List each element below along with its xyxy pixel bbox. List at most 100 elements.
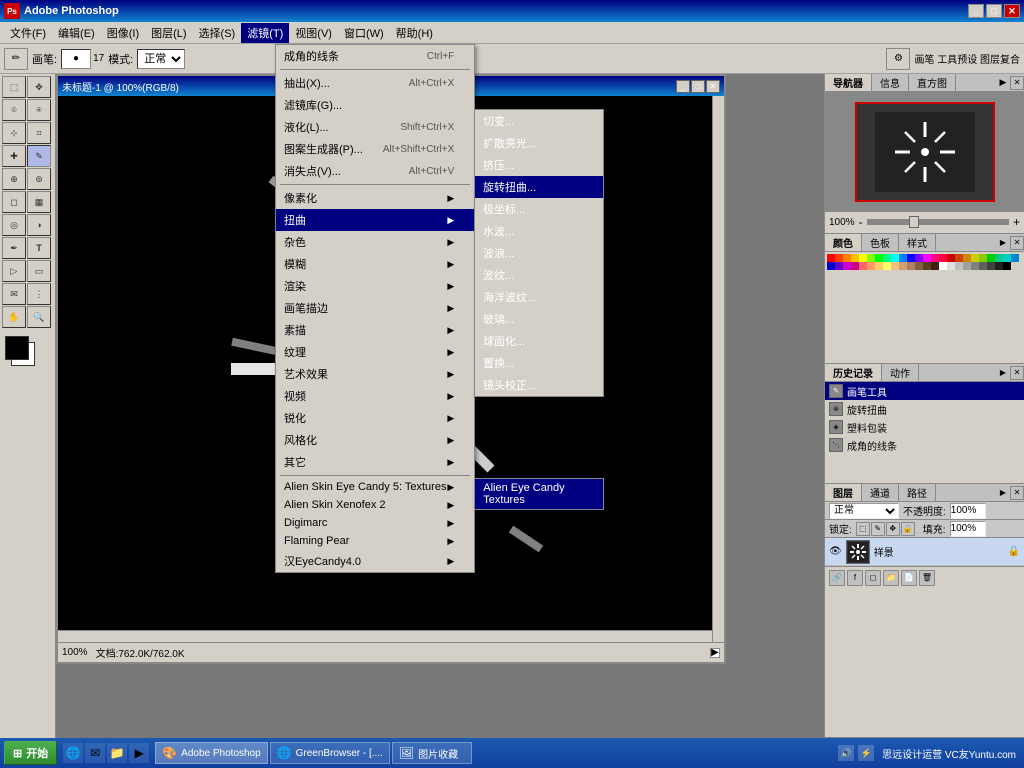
zoom-slider[interactable] (867, 219, 1009, 225)
submenu-alien-textures[interactable]: Alien Eye Candy Textures (475, 479, 603, 509)
tool-gradient[interactable]: ▦ (27, 191, 51, 213)
menu-entry-sketch[interactable]: 素描 (276, 319, 474, 341)
submenu-ocean[interactable]: 海洋波纹... (475, 286, 603, 308)
maximize-button[interactable]: □ (986, 4, 1002, 18)
link-layers-btn[interactable]: 🔗 (829, 570, 845, 586)
menu-file[interactable]: 文件(F) (4, 23, 52, 43)
tab-history[interactable]: 历史记录 (825, 364, 882, 381)
blend-mode-select[interactable]: 正常 (137, 49, 185, 69)
tab-layers[interactable]: 图层 (825, 484, 862, 501)
tool-crop[interactable]: ⊹ (2, 122, 26, 144)
ql-media[interactable]: ▶ (129, 743, 149, 763)
color-cell[interactable] (835, 262, 843, 270)
tool-eraser[interactable]: ◻ (2, 191, 26, 213)
tab-info[interactable]: 信息 (872, 74, 909, 91)
submenu-ripple-water[interactable]: 水波... (475, 220, 603, 242)
color-cell[interactable] (915, 254, 923, 262)
menu-entry-haneyecandy[interactable]: 汉EyeCandy4.0 (276, 550, 474, 572)
color-cell[interactable] (843, 254, 851, 262)
history-close[interactable]: ✕ (1010, 366, 1024, 380)
history-item-brush[interactable]: ✎ 画笔工具 (825, 382, 1024, 400)
color-cell[interactable] (987, 254, 995, 262)
history-item-angled[interactable]: ⋱ 成角的线条 (825, 436, 1024, 454)
menu-image[interactable]: 图像(I) (101, 23, 145, 43)
color-cell[interactable] (979, 262, 987, 270)
menu-entry-chengjiaodesitiao[interactable]: 成角的线条 Ctrl+F (276, 45, 474, 67)
navigator-close[interactable]: ✕ (1010, 76, 1024, 90)
menu-entry-pattern[interactable]: 图案生成器(P)... Alt+Shift+Ctrl+X (276, 138, 474, 160)
submenu-displace[interactable]: 置换... (475, 352, 603, 374)
opacity-input[interactable] (950, 503, 986, 519)
color-cell[interactable] (899, 262, 907, 270)
menu-entry-render[interactable]: 渲染 (276, 275, 474, 297)
color-white[interactable] (939, 262, 947, 270)
add-mask-btn[interactable]: ◻ (865, 570, 881, 586)
color-picker[interactable] (5, 336, 51, 372)
color-cell[interactable] (963, 254, 971, 262)
start-button[interactable]: ⊞ 开始 (4, 741, 57, 765)
menu-entry-video[interactable]: 视频 (276, 385, 474, 407)
tool-heal[interactable]: ✚ (2, 145, 26, 167)
color-cell[interactable] (971, 254, 979, 262)
color-cell[interactable] (851, 262, 859, 270)
color-cell[interactable] (883, 262, 891, 270)
color-green[interactable] (875, 254, 883, 262)
color-blue[interactable] (907, 254, 915, 262)
submenu-lens[interactable]: 镜头校正... (475, 374, 603, 396)
menu-edit[interactable]: 编辑(E) (52, 23, 101, 43)
tool-notes[interactable]: ✉ (2, 283, 26, 305)
submenu-ripple[interactable]: 波纹... (475, 264, 603, 286)
color-red[interactable] (827, 254, 835, 262)
submenu-shear[interactable]: 切变... (475, 110, 603, 132)
menu-entry-artistic[interactable]: 艺术效果 (276, 363, 474, 385)
menu-entry-extract[interactable]: 抽出(X)... Alt+Ctrl+X (276, 72, 474, 94)
color-magenta[interactable] (923, 254, 931, 262)
color-cell[interactable] (867, 254, 875, 262)
history-options[interactable]: ▶ (996, 366, 1010, 380)
history-item-plastic[interactable]: ◈ 塑料包装 (825, 418, 1024, 436)
color-cell[interactable] (851, 254, 859, 262)
tool-dodge[interactable]: ◑ (27, 214, 51, 236)
doc-close[interactable]: ✕ (706, 80, 720, 93)
menu-entry-alien-eye[interactable]: Alien Skin Eye Candy 5: Textures Alien E… (276, 478, 474, 496)
color-cell[interactable] (987, 262, 995, 270)
menu-entry-filtergallery[interactable]: 滤镜库(G)... (276, 94, 474, 116)
color-cell[interactable] (963, 262, 971, 270)
submenu-twirl[interactable]: 旋转扭曲... (475, 176, 603, 198)
menu-help[interactable]: 帮助(H) (390, 23, 439, 43)
tool-history[interactable]: ⊚ (27, 168, 51, 190)
tab-styles[interactable]: 样式 (899, 234, 936, 251)
submenu-glass[interactable]: 玻璃... (475, 308, 603, 330)
color-options[interactable]: ▶ (996, 236, 1010, 250)
color-cell[interactable] (931, 262, 939, 270)
color-cell[interactable] (931, 254, 939, 262)
close-button[interactable]: ✕ (1004, 4, 1020, 18)
layers-options[interactable]: ▶ (996, 486, 1010, 500)
menu-window[interactable]: 窗口(W) (338, 23, 390, 43)
tool-path-select[interactable]: ▷ (2, 260, 26, 282)
menu-entry-pixelate[interactable]: 像素化 (276, 187, 474, 209)
zoom-out-icon[interactable]: - (859, 215, 863, 229)
tool-pen[interactable]: ✒ (2, 237, 26, 259)
menu-entry-vanishing[interactable]: 消失点(V)... Alt+Ctrl+V (276, 160, 474, 182)
taskbar-browser[interactable]: 🌐 GreenBrowser - [.... (270, 742, 390, 764)
color-yellow[interactable] (859, 254, 867, 262)
menu-layer[interactable]: 图层(L) (145, 23, 192, 43)
layer-row-background[interactable]: 👁 (825, 538, 1024, 566)
tab-channels[interactable]: 通道 (862, 484, 899, 501)
tool-brush[interactable]: ✎ (27, 145, 51, 167)
layer-eye[interactable]: 👁 (829, 546, 842, 557)
menu-entry-flaming[interactable]: Flaming Pear (276, 532, 474, 550)
color-cell[interactable] (955, 254, 963, 262)
color-cell[interactable] (907, 262, 915, 270)
color-cell[interactable] (899, 254, 907, 262)
lock-pixels[interactable]: ✎ (871, 522, 885, 536)
new-layer-btn[interactable]: 📄 (901, 570, 917, 586)
options-btn[interactable]: ⚙ (886, 48, 910, 70)
submenu-pinch[interactable]: 挤压... (475, 154, 603, 176)
tool-blur[interactable]: ◎ (2, 214, 26, 236)
scroll-h[interactable] (58, 630, 712, 642)
color-cell[interactable] (867, 262, 875, 270)
history-item-twirl[interactable]: ⊛ 旋转扭曲 (825, 400, 1024, 418)
menu-filter[interactable]: 滤镜(T) (241, 23, 289, 43)
